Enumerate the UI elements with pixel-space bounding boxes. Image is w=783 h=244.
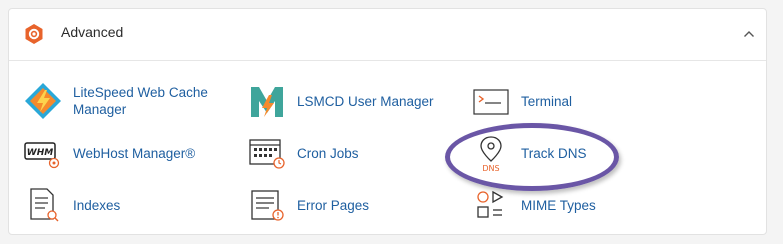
tool-label: Cron Jobs [297,145,359,161]
whm-icon-text: WHM [27,148,53,158]
tool-label: Indexes [73,197,121,213]
section-title: Advanced [61,24,124,40]
dns-icon-text: DNS [482,164,499,173]
chevron-up-icon[interactable] [738,23,760,45]
gear-icon [23,23,45,45]
tool-terminal[interactable]: Terminal [471,81,572,121]
tool-label: MIME Types [521,197,596,213]
tool-cron[interactable]: Cron Jobs [247,133,359,173]
tool-track-dns[interactable]: DNS Track DNS [471,133,587,173]
tool-label: LSMCD User Manager [297,93,434,109]
terminal-icon [471,81,511,121]
panel-header[interactable]: Advanced [9,9,766,61]
mime-types-icon [471,185,511,225]
tool-error-pages[interactable]: Error Pages [247,185,369,225]
tool-lsmcd[interactable]: LSMCD User Manager [247,81,434,121]
whm-icon: WHM [23,133,63,173]
advanced-panel: Advanced LiteSpeed Web Cache Manager LSM… [8,8,767,235]
cron-icon [247,133,287,173]
tool-whm[interactable]: WHM WebHost Manager® [23,133,195,173]
track-dns-icon: DNS [471,133,511,173]
tool-label: LiteSpeed Web Cache Manager [73,85,208,117]
tool-mime-types[interactable]: MIME Types [471,185,596,225]
tool-label: Terminal [521,93,573,109]
tool-label: Error Pages [297,197,370,213]
tool-label: WebHost Manager® [73,145,196,161]
tool-label: Track DNS [521,145,587,161]
error-pages-icon [247,185,287,225]
tool-indexes[interactable]: Indexes [23,185,120,225]
litespeed-icon [23,81,63,121]
lsmcd-icon [247,81,287,121]
indexes-icon [23,185,63,225]
tool-litespeed[interactable]: LiteSpeed Web Cache Manager [23,81,213,121]
